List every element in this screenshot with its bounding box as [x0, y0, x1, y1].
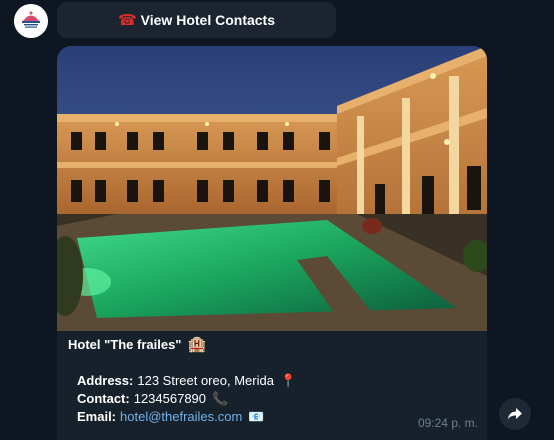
message-timestamp: 09:24 p. m. [417, 416, 478, 430]
contact-details: Address: 123 Street oreo, Merida 📍 Conta… [68, 372, 478, 426]
hotel-icon: 🏨 [187, 336, 207, 353]
address-value: 123 Street oreo, Merida [137, 373, 274, 388]
forward-arrow-icon [508, 408, 522, 420]
email-link[interactable]: hotel@thefrailes.com [120, 408, 242, 426]
hotel-title-text: Hotel "The frailes" [68, 337, 182, 352]
hotel-title: Hotel "The frailes" 🏨 [68, 336, 478, 354]
telephone-icon: ☎ [117, 12, 137, 29]
message-bubble: Hotel "The frailes" 🏨 Address: 123 Stree… [57, 46, 487, 440]
email-label: Email: [77, 409, 117, 424]
contact-value: 1234567890 [133, 391, 207, 406]
message-caption: Hotel "The frailes" 🏨 Address: 123 Stree… [68, 336, 478, 426]
address-label: Address: [77, 373, 134, 388]
bot-avatar[interactable] [14, 4, 48, 38]
view-hotel-contacts-button[interactable]: ☎ View Hotel Contacts [57, 2, 336, 38]
contact-row: Contact: 1234567890 📞 [77, 390, 478, 408]
address-row: Address: 123 Street oreo, Merida 📍 [77, 372, 478, 390]
envelope-icon: 📧 [248, 409, 265, 424]
view-hotel-contacts-label: View Hotel Contacts [140, 12, 275, 28]
phone-icon: 📞 [212, 391, 229, 406]
contact-label: Contact: [77, 391, 130, 406]
hotel-photo[interactable] [57, 46, 487, 331]
pin-icon: 📍 [279, 373, 297, 388]
forward-button[interactable] [499, 398, 531, 430]
hotel-logo-icon [14, 4, 48, 38]
